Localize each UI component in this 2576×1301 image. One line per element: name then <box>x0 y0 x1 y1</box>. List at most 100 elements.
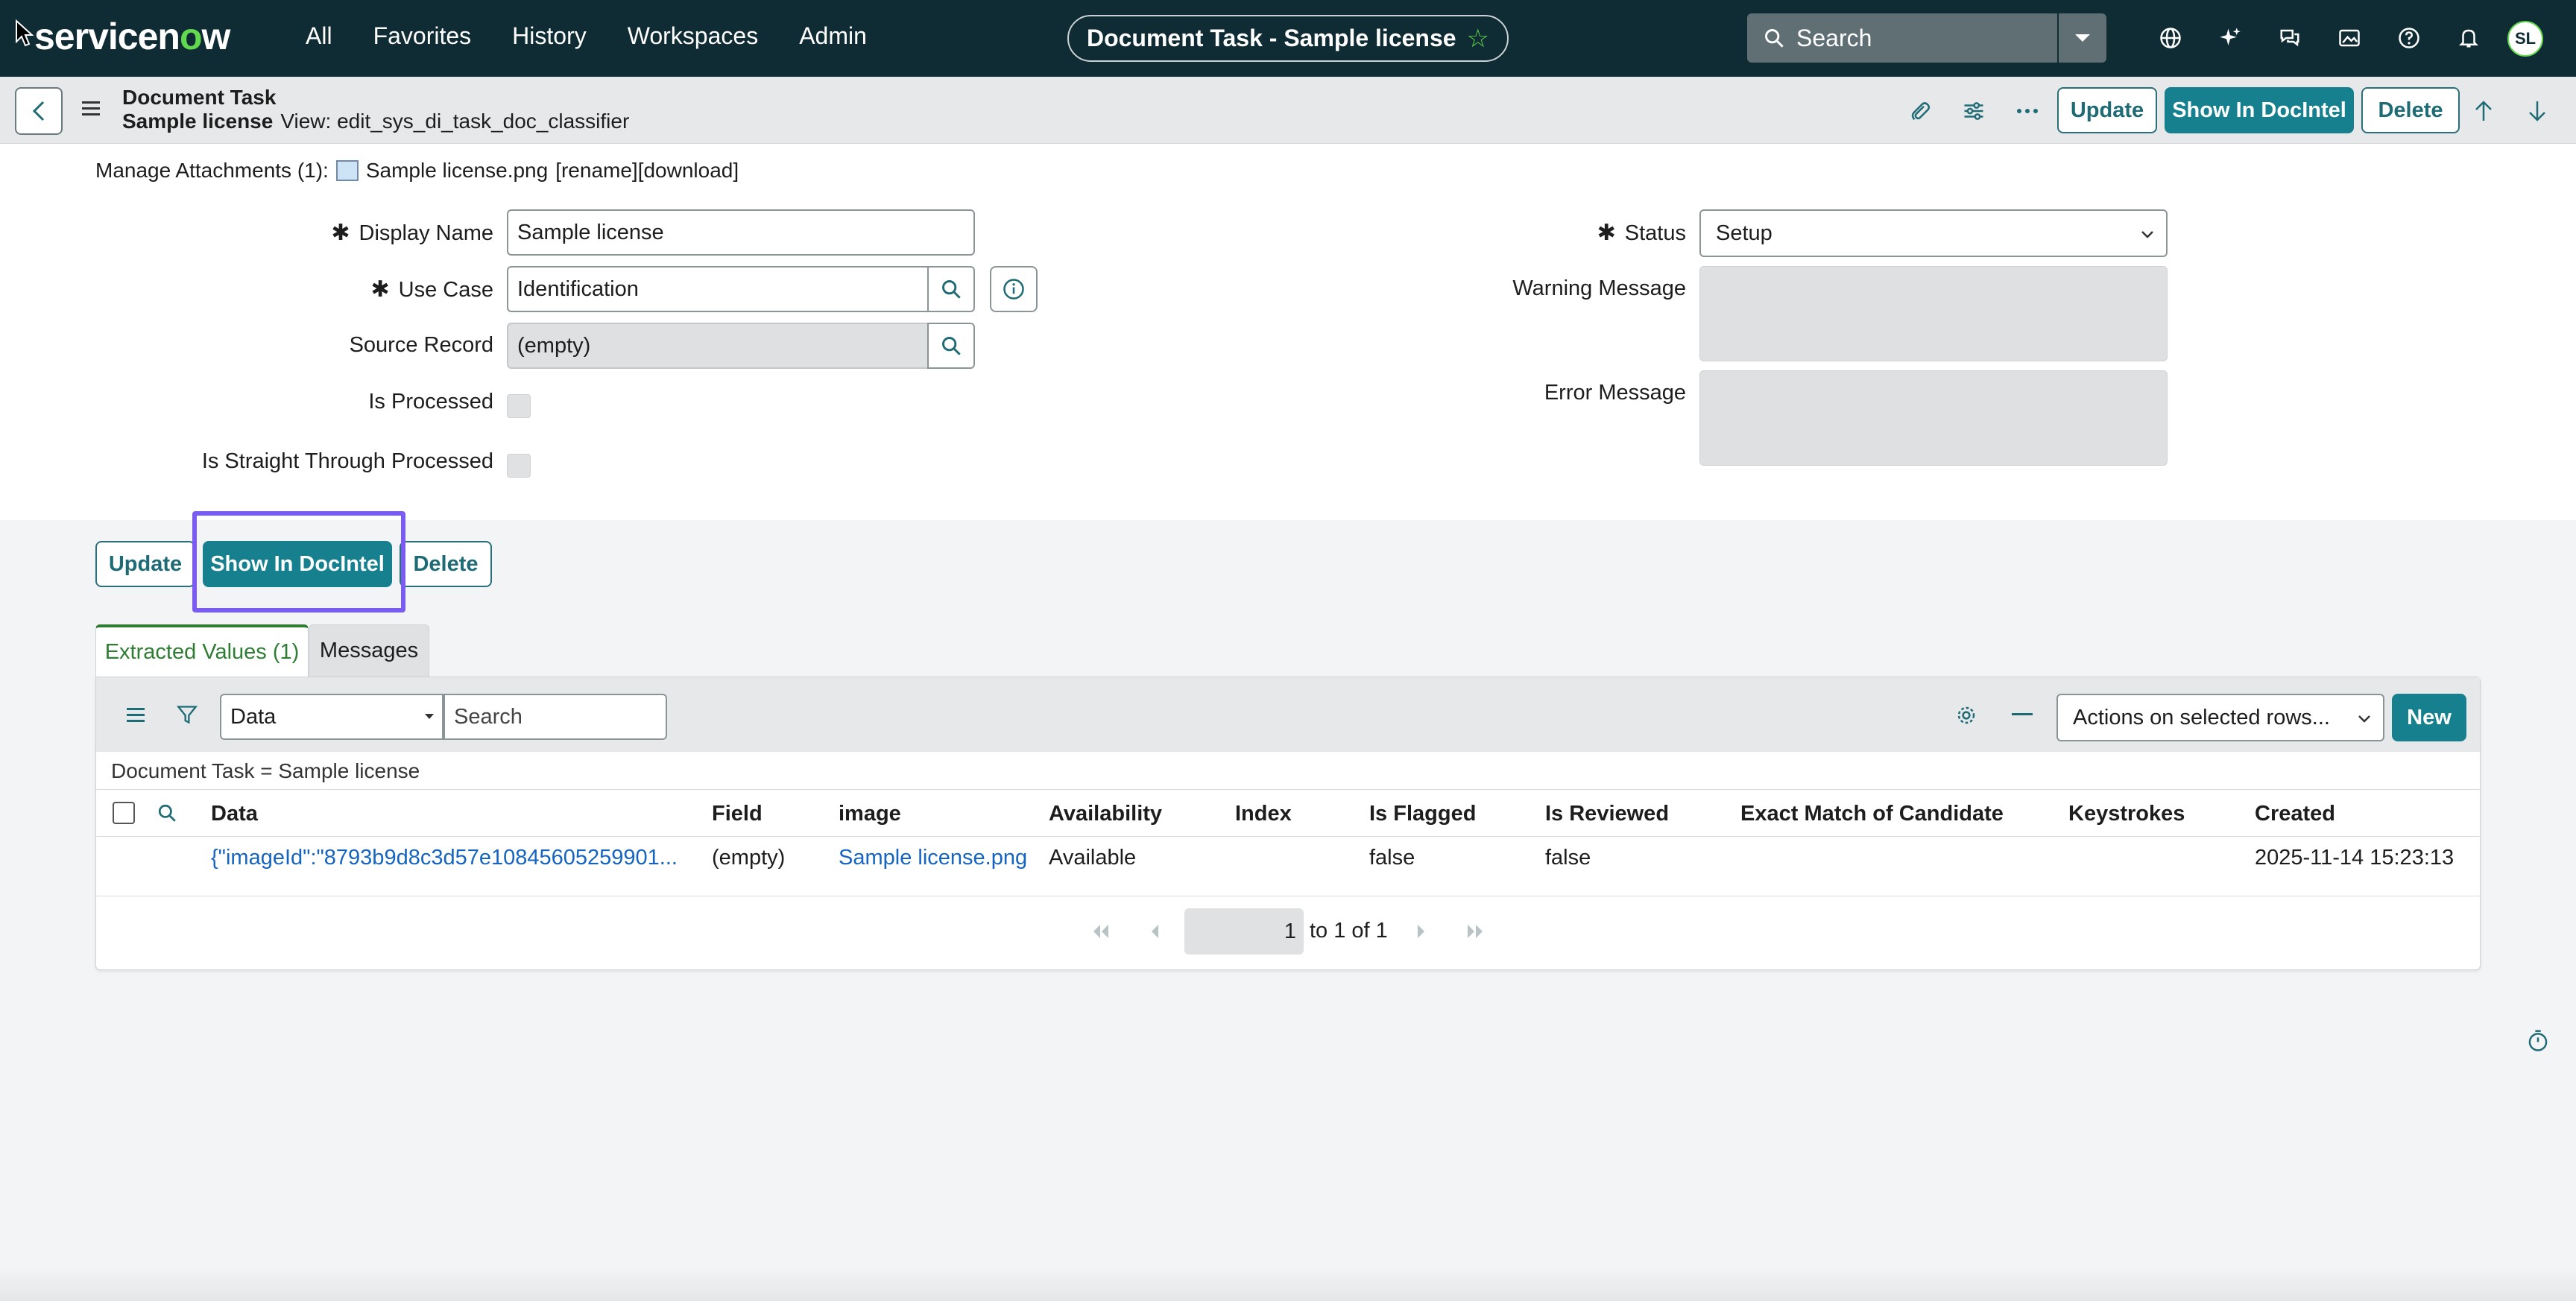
display-name-input[interactable]: Sample license <box>507 209 975 256</box>
column-header-exact-match[interactable]: Exact Match of Candidate <box>1740 802 2004 826</box>
update-button[interactable]: Update <box>95 541 195 587</box>
record-header: Document Task Sample license View: edit_s… <box>0 77 2576 144</box>
search-dropdown-button[interactable] <box>2059 13 2106 63</box>
row-is-reviewed: false <box>1545 846 1591 870</box>
column-header-keystrokes[interactable]: Keystrokes <box>2068 802 2185 826</box>
column-header-index[interactable]: Index <box>1235 802 1292 826</box>
column-header-field[interactable]: Field <box>712 802 763 826</box>
source-record-input[interactable]: (empty) <box>507 323 929 369</box>
record-title-pill[interactable]: Document Task - Sample license ☆ <box>1067 15 1509 62</box>
info-icon <box>1003 279 1024 300</box>
next-page-icon[interactable] <box>1415 923 1427 940</box>
row-image-link[interactable]: Sample license.png <box>839 846 1027 870</box>
search-icon <box>942 280 961 299</box>
status-select[interactable]: Setup <box>1699 209 2168 257</box>
use-case-info-button[interactable] <box>990 266 1038 312</box>
previous-page-icon[interactable] <box>1149 923 1161 940</box>
is-stp-checkbox[interactable] <box>507 454 531 478</box>
use-case-label: ✱ Use Case <box>370 277 493 302</box>
search-icon <box>1765 29 1784 48</box>
actions-on-selected-rows-select[interactable]: Actions on selected rows... <box>2056 694 2384 741</box>
use-case-input[interactable]: Identification <box>507 266 929 312</box>
back-button[interactable] <box>15 87 63 135</box>
top-utility-icons <box>2141 21 2498 55</box>
servicenow-logo[interactable]: servicenow <box>34 15 230 58</box>
filter-icon[interactable] <box>177 704 198 725</box>
nav-admin[interactable]: Admin <box>799 22 867 50</box>
arrow-up-icon[interactable] <box>2466 93 2501 129</box>
column-header-is-flagged[interactable]: Is Flagged <box>1369 802 1476 826</box>
sparkle-icon[interactable] <box>2200 21 2260 55</box>
context-menu-icon[interactable] <box>80 99 101 118</box>
column-search-icon[interactable] <box>157 803 177 823</box>
row-data-link[interactable]: {"imageId":"8793b9d8c3d57e10845605259901… <box>211 846 678 870</box>
page-bottom-shadow <box>0 1267 2576 1301</box>
main-nav: All Favorites History Workspaces Admin <box>306 22 908 50</box>
sliders-icon[interactable] <box>1947 93 2001 129</box>
nav-favorites[interactable]: Favorites <box>373 22 472 50</box>
row-created: 2025-11-14 15:23:13 <box>2255 846 2455 870</box>
list-field-value: Data <box>230 704 277 729</box>
chat-icon[interactable] <box>2260 21 2320 55</box>
record-type-title: Document Task <box>122 86 277 109</box>
nav-workspaces[interactable]: Workspaces <box>628 22 758 50</box>
list-field-select[interactable]: Data <box>220 694 443 740</box>
delete-button[interactable]: Delete <box>400 541 492 587</box>
record-view-label: View: edit_sys_di_task_doc_classifier <box>280 110 630 133</box>
column-header-image[interactable]: image <box>839 802 901 826</box>
select-all-checkbox[interactable] <box>113 802 135 824</box>
error-message-field <box>1699 370 2168 466</box>
header-delete-button[interactable]: Delete <box>2361 87 2460 133</box>
caret-down-icon <box>2075 34 2090 42</box>
gear-icon[interactable] <box>1955 704 1977 727</box>
header-icons <box>1893 93 2054 129</box>
global-search-input[interactable]: Search <box>1747 13 2057 63</box>
user-avatar[interactable]: SL <box>2507 21 2543 57</box>
column-header-availability[interactable]: Availability <box>1049 802 1162 826</box>
required-icon: ✱ <box>1597 221 1616 245</box>
nav-all[interactable]: All <box>306 22 332 50</box>
attachment-filename[interactable]: Sample license.png <box>366 159 548 183</box>
list-menu-icon[interactable] <box>126 706 145 724</box>
last-page-icon[interactable] <box>1465 923 1486 940</box>
stopwatch-icon[interactable] <box>2527 1028 2549 1052</box>
list-breadcrumb[interactable]: Document Task = Sample license <box>111 759 420 783</box>
nav-history[interactable]: History <box>512 22 587 50</box>
list-toolbar: Data Search Actions on selected rows... … <box>96 677 2480 752</box>
extracted-values-list: Data Search Actions on selected rows... … <box>95 677 2481 970</box>
status-value: Setup <box>1716 221 1772 245</box>
bell-icon[interactable] <box>2439 21 2498 55</box>
record-name: Sample license <box>122 110 274 133</box>
favorite-star-icon[interactable]: ☆ <box>1467 24 1489 54</box>
table-row: {"imageId":"8793b9d8c3d57e10845605259901… <box>96 837 2480 896</box>
column-header-data[interactable]: Data <box>211 802 258 826</box>
tab-extracted-values[interactable]: Extracted Values (1) <box>95 624 309 677</box>
actions-select-value: Actions on selected rows... <box>2073 705 2330 729</box>
use-case-lookup-button[interactable] <box>927 266 975 312</box>
arrow-down-icon[interactable] <box>2519 93 2555 129</box>
chevron-left-icon <box>32 101 45 121</box>
attachment-actions[interactable]: [rename][download] <box>555 159 739 183</box>
column-header-is-reviewed[interactable]: Is Reviewed <box>1545 802 1669 826</box>
column-header-created[interactable]: Created <box>2255 802 2335 826</box>
first-page-icon[interactable] <box>1090 923 1111 940</box>
collapse-icon[interactable] <box>2012 713 2033 716</box>
paperclip-icon[interactable] <box>1893 93 1947 129</box>
list-search-input[interactable]: Search <box>443 694 667 740</box>
attachments-label[interactable]: Manage Attachments (1): <box>95 159 329 183</box>
help-icon[interactable] <box>2379 21 2439 55</box>
tab-messages[interactable]: Messages <box>309 624 429 677</box>
error-message-label: Error Message <box>1544 381 1686 405</box>
source-record-lookup-button[interactable] <box>927 323 975 369</box>
row-availability: Available <box>1049 846 1137 870</box>
page-number-input[interactable]: 1 <box>1184 908 1304 955</box>
source-record-label: Source Record <box>349 333 493 357</box>
pagination: 1 to 1 of 1 <box>96 908 2480 955</box>
header-show-in-docintel-button[interactable]: Show In DocIntel <box>2165 87 2354 133</box>
image-card-icon[interactable] <box>2320 21 2379 55</box>
header-update-button[interactable]: Update <box>2057 87 2157 133</box>
new-button[interactable]: New <box>2392 694 2466 741</box>
globe-icon[interactable] <box>2141 21 2200 55</box>
is-processed-checkbox[interactable] <box>507 394 531 418</box>
more-options-icon[interactable] <box>2001 93 2054 129</box>
